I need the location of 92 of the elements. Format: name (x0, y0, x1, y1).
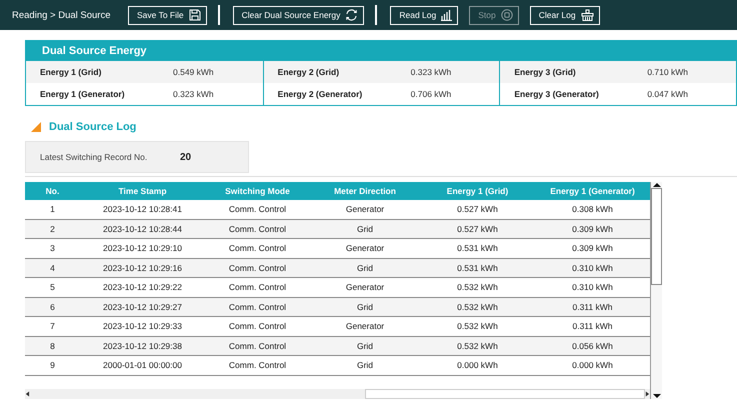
table-cell-text: 0.056 kWh (571, 340, 614, 351)
table-cell-text: Comm. Control (228, 204, 288, 214)
table-cell-text: 2023-10-12 10:29:33 (102, 321, 183, 332)
table-cell-text: Grid (356, 262, 374, 273)
energy-value: 0.047 kWh (647, 89, 688, 99)
table-cell-text: 3 (49, 243, 56, 254)
table-cell-text: 2023-10-12 10:29:10 (102, 243, 183, 254)
energy-label: Energy 3 (Grid) (514, 67, 577, 77)
table-cell-text: 0.309 kWh (571, 224, 614, 234)
table-cell-text: 5 (49, 282, 56, 292)
table-cell-text: Grid (356, 302, 374, 312)
column-header: No. (44, 186, 60, 196)
table-cell-text: Comm. Control (228, 321, 288, 332)
table-cell-text: 2023-10-12 10:29:16 (102, 262, 183, 273)
toolbar-button[interactable]: Clear Log (530, 6, 600, 24)
column-header: Switching Mode (224, 186, 291, 196)
energy-label: Energy 1 (Grid) (40, 67, 102, 77)
table-cell-text: Comm. Control (228, 360, 288, 370)
column-header: Energy 1 (Grid) (446, 186, 510, 196)
table-cell-text: 0.531 kWh (456, 243, 499, 254)
table-cell-text: 0.532 kWh (456, 321, 499, 332)
column-header: Meter Direction (333, 186, 397, 196)
table-cell-text: 2023-10-12 10:29:27 (102, 302, 183, 312)
energy-value: 0.710 kWh (647, 67, 688, 77)
table-cell-text: Comm. Control (228, 262, 288, 273)
energy-label: Energy 2 (Grid) (278, 67, 340, 77)
table-cell-text: 0.532 kWh (456, 302, 499, 312)
table-cell-text: Comm. Control (228, 224, 288, 234)
table-cell-text: 4 (49, 262, 56, 273)
section-title: Dual Source Log (49, 121, 136, 133)
record-value: 20 (180, 152, 192, 162)
table-cell-text: 8 (49, 340, 56, 351)
table-cell-text: 0.308 kWh (571, 204, 614, 214)
table-cell-text: Comm. Control (228, 302, 288, 312)
table-cell-text: 0.532 kWh (456, 340, 499, 351)
table-cell-text: Comm. Control (228, 282, 288, 292)
energy-label: Energy 2 (Generator) (278, 89, 364, 99)
left-arrow-icon[interactable] (25, 391, 30, 397)
table-cell-text: 2023-10-12 10:28:44 (102, 224, 183, 234)
energy-value: 0.706 kWh (410, 89, 452, 99)
table-cell-text: 0.310 kWh (571, 282, 614, 292)
table-cell-text: 0.527 kWh (456, 224, 499, 234)
energy-value: 0.323 kWh (173, 89, 214, 99)
table-cell-text: 0.000 kWh (571, 360, 614, 370)
table-cell-text: Generator (344, 282, 386, 292)
table-cell-text: Grid (356, 340, 374, 351)
vertical-scrollbar[interactable] (650, 182, 662, 399)
table-cell-text: 0.309 kWh (571, 243, 614, 254)
right-arrow-icon[interactable] (645, 391, 650, 397)
triangle-icon (31, 122, 41, 132)
table-cell-text: 0.531 kWh (456, 262, 499, 273)
table-cell-text: 9 (49, 360, 56, 370)
table-cell-text: 6 (49, 302, 56, 312)
table-cell-text: 7 (49, 321, 56, 332)
table-cell-text: 1 (49, 204, 56, 214)
table-cell-text: 0.311 kWh (571, 302, 614, 312)
table-cell-text: Generator (344, 204, 386, 214)
table-cell-text: 2023-10-12 10:29:38 (102, 340, 183, 351)
table-cell-text: 2023-10-12 10:29:22 (102, 282, 183, 292)
table-cell-text: 0.311 kWh (571, 321, 614, 332)
down-arrow-icon[interactable] (652, 393, 660, 399)
breadcrumb: Reading > Dual Source (12, 10, 112, 20)
table-cell-text: Grid (356, 360, 374, 370)
stop-icon (500, 9, 513, 21)
toolbar-button[interactable]: Read Log (390, 6, 458, 24)
energy-value: 0.323 kWh (410, 67, 452, 77)
table-cell-text: Grid (356, 224, 374, 234)
refresh-icon (345, 9, 358, 21)
column-header: Time Stamp (117, 186, 168, 196)
table-cell-text: 2000-01-01 00:00:00 (102, 360, 183, 370)
toolbar-button[interactable]: Clear Dual Source Energy (232, 6, 364, 24)
floppy-icon (188, 9, 201, 21)
table-cell-text: 0.532 kWh (456, 282, 499, 292)
table-cell-text: 2 (49, 224, 56, 234)
toolbar-button[interactable]: Save To File (128, 6, 207, 24)
table-cell-text: 2023-10-12 10:28:41 (102, 204, 183, 214)
record-label: Latest Switching Record No. (40, 152, 148, 162)
energy-label: Energy 1 (Generator) (40, 89, 126, 99)
panel-title: Dual Source Energy (26, 41, 736, 61)
bar-chart-icon (441, 9, 452, 21)
table-cell-text: 0.527 kWh (456, 204, 499, 214)
energy-value: 0.549 kWh (173, 67, 214, 77)
table-cell-text: Generator (344, 321, 386, 332)
table-cell-text: Comm. Control (228, 243, 288, 254)
table-cell-text: Comm. Control (228, 340, 288, 351)
horizontal-scrollbar[interactable] (25, 389, 650, 399)
energy-label: Energy 3 (Generator) (514, 89, 600, 99)
table-cell-text: 0.310 kWh (571, 262, 614, 273)
table-cell-text: 0.000 kWh (456, 360, 499, 370)
table-cell-text: Generator (344, 243, 386, 254)
up-arrow-icon[interactable] (652, 182, 660, 188)
column-header: Energy 1 (Generator) (549, 186, 636, 196)
